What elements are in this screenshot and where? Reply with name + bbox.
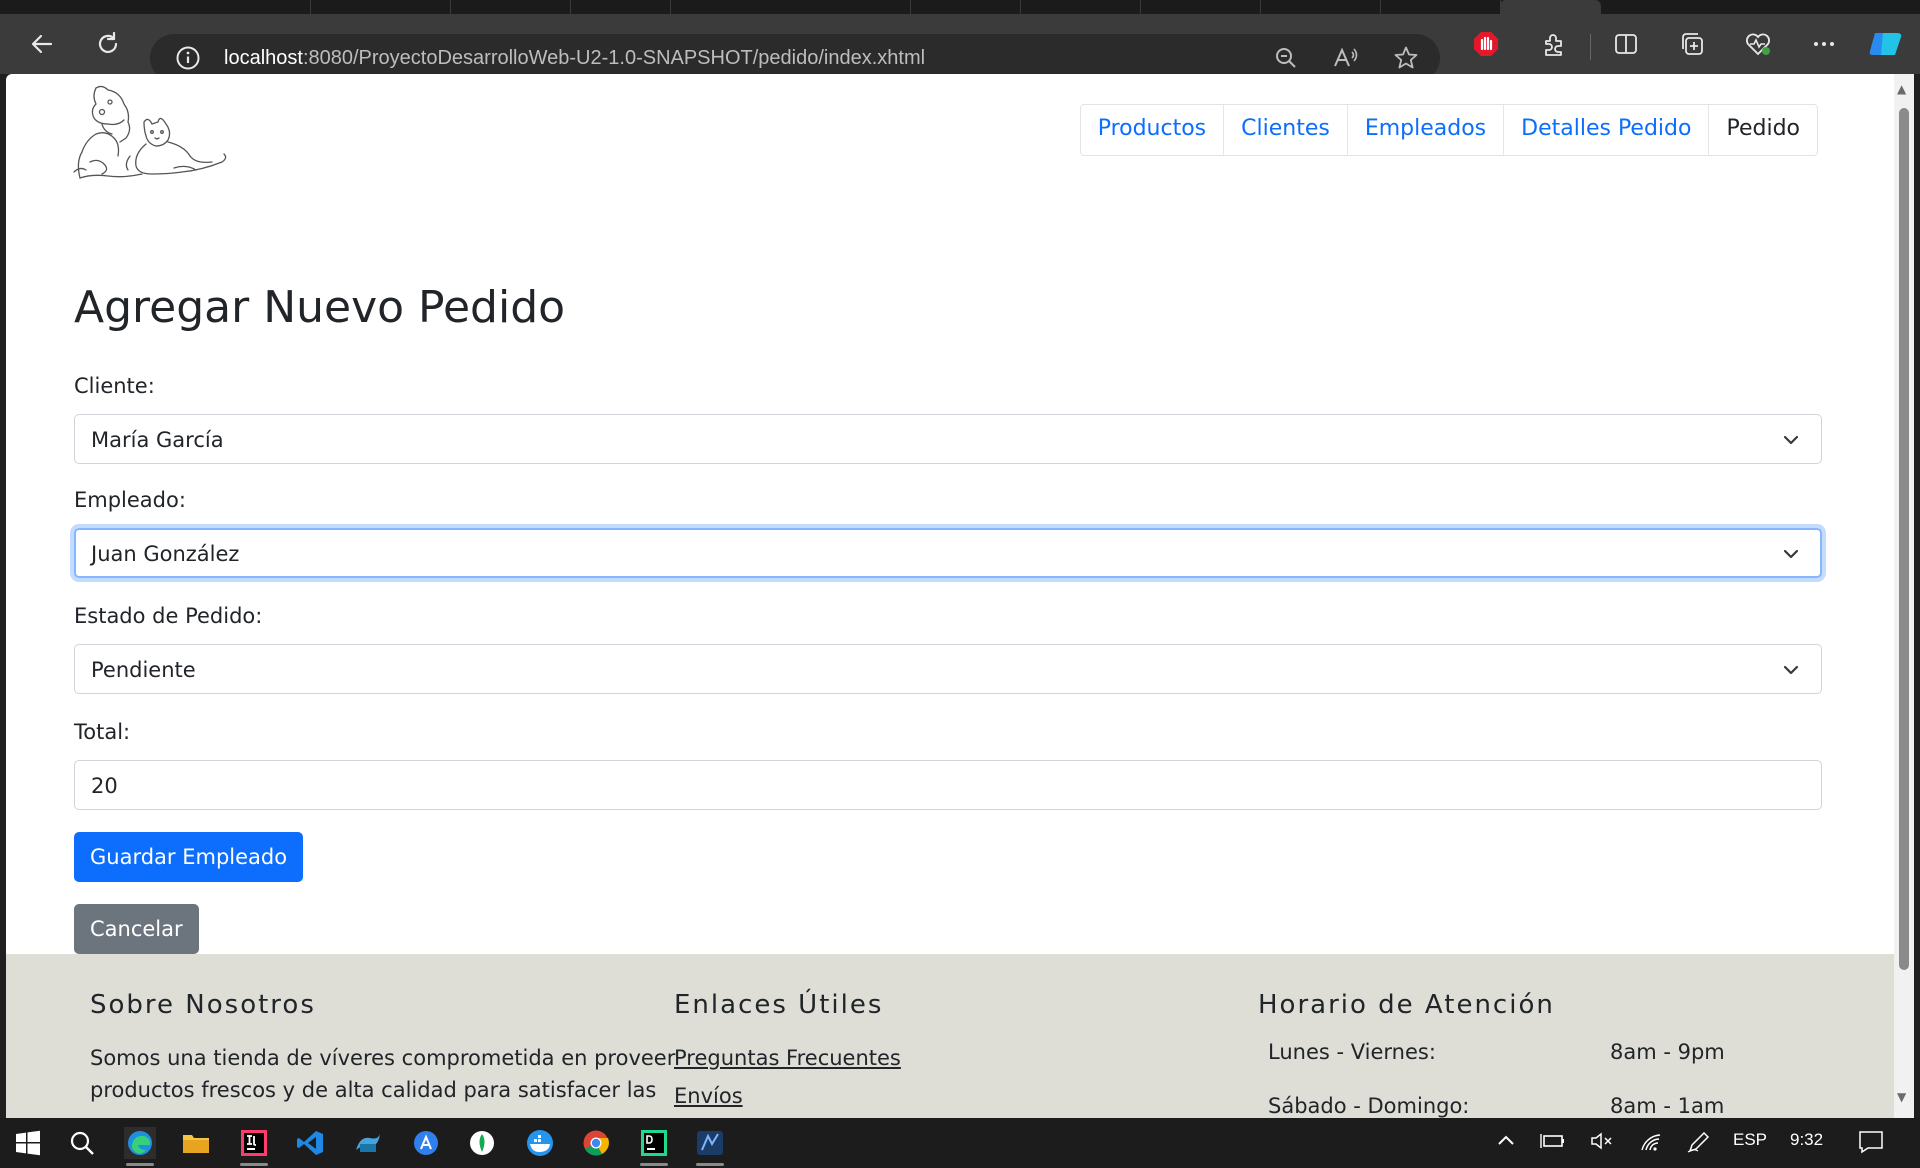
browser-tab[interactable] <box>1380 0 1501 14</box>
browser-tab[interactable] <box>1140 0 1261 14</box>
empleado-select[interactable]: Juan González <box>74 528 1822 578</box>
search-icon[interactable] <box>66 1127 98 1159</box>
browser-tab[interactable] <box>0 0 311 14</box>
page-viewport: Productos Clientes Empleados Detalles Pe… <box>6 74 1894 1118</box>
cancel-button[interactable]: Cancelar <box>74 904 199 954</box>
save-button[interactable]: Guardar Empleado <box>74 832 304 882</box>
browser-toolbar: localhost:8080/ProyectoDesarrolloWeb-U2-… <box>0 14 1920 82</box>
more-options-icon[interactable] <box>1804 24 1844 64</box>
scroll-down-icon[interactable]: ▼ <box>1897 1090 1906 1104</box>
back-button[interactable] <box>22 24 62 64</box>
wifi-icon[interactable] <box>1640 1131 1664 1158</box>
chevron-down-icon <box>1783 665 1799 675</box>
zoom-icon[interactable] <box>1272 44 1300 72</box>
footer-hours-title: Horario de Atención <box>1258 990 1555 1020</box>
browser-tab[interactable] <box>450 0 571 14</box>
mysql-workbench-icon[interactable] <box>352 1127 384 1159</box>
tab-strip <box>0 0 1920 14</box>
browser-tab[interactable] <box>910 0 1021 14</box>
show-hidden-icons[interactable] <box>1496 1130 1516 1155</box>
cliente-label: Cliente: <box>74 374 155 398</box>
read-aloud-icon[interactable] <box>1332 44 1360 72</box>
footer-about-text: Somos una tienda de víveres comprometida… <box>90 1046 676 1070</box>
nav-pedido-active[interactable]: Pedido <box>1709 105 1817 155</box>
favorite-star-icon[interactable] <box>1392 44 1420 72</box>
scrollbar-thumb[interactable] <box>1899 108 1909 970</box>
total-input[interactable]: 20 <box>74 760 1822 810</box>
scroll-up-icon[interactable]: ▲ <box>1897 82 1906 96</box>
chevron-down-icon <box>1783 549 1799 559</box>
nav-productos[interactable]: Productos <box>1081 105 1225 155</box>
cliente-select[interactable]: María García <box>74 414 1822 464</box>
empleado-selected-value: Juan González <box>91 542 240 566</box>
nav-empleados[interactable]: Empleados <box>1348 105 1505 155</box>
browser-tab[interactable] <box>1260 0 1381 14</box>
nav-clientes[interactable]: Clientes <box>1224 105 1348 155</box>
volume-muted-icon[interactable] <box>1590 1131 1614 1156</box>
hours-time: 8am - 9pm <box>1610 1040 1725 1064</box>
browser-tab[interactable] <box>570 0 671 14</box>
browser-tab-active[interactable] <box>1500 0 1601 14</box>
browser-essentials-icon[interactable] <box>1738 24 1778 64</box>
site-footer: Sobre Nosotros Somos una tienda de víver… <box>6 954 1894 1118</box>
edge-taskbar-icon[interactable] <box>124 1127 156 1166</box>
cliente-selected-value: María García <box>91 428 224 452</box>
empleado-label: Empleado: <box>74 488 186 512</box>
netbeans-icon[interactable] <box>694 1127 726 1166</box>
browser-tab[interactable] <box>1020 0 1141 14</box>
collections-icon[interactable] <box>1672 24 1712 64</box>
hours-time: 8am - 1am <box>1610 1094 1725 1118</box>
windows-start-icon[interactable] <box>12 1127 44 1159</box>
adblock-extension-icon[interactable] <box>1466 24 1506 64</box>
intellij-icon[interactable] <box>238 1127 270 1166</box>
notifications-icon[interactable] <box>1858 1130 1884 1159</box>
file-explorer-icon[interactable] <box>180 1127 212 1159</box>
vscode-icon[interactable] <box>294 1127 326 1159</box>
copilot-icon[interactable] <box>1866 24 1906 64</box>
footer-about-title: Sobre Nosotros <box>90 990 316 1020</box>
hours-day: Sábado - Domingo: <box>1268 1094 1470 1118</box>
total-label: Total: <box>74 720 131 744</box>
site-info-icon[interactable] <box>174 44 202 72</box>
page-title: Agregar Nuevo Pedido <box>74 282 566 333</box>
estado-select[interactable]: Pendiente <box>74 644 1822 694</box>
footer-link-faq[interactable]: Preguntas Frecuentes <box>674 1046 901 1070</box>
estado-selected-value: Pendiente <box>91 658 196 682</box>
app-store-icon[interactable] <box>410 1127 442 1159</box>
input-language[interactable]: ESP <box>1733 1130 1767 1150</box>
toolbar-divider <box>1590 34 1591 60</box>
hours-day: Lunes - Viernes: <box>1268 1040 1436 1064</box>
refresh-button[interactable] <box>88 24 128 64</box>
dog-cat-logo[interactable] <box>72 82 232 184</box>
pen-icon[interactable] <box>1686 1131 1710 1158</box>
docker-icon[interactable] <box>524 1127 556 1159</box>
windows-taskbar: ESP 9:32 <box>0 1118 1920 1168</box>
url-text: localhost:8080/ProyectoDesarrolloWeb-U2-… <box>224 47 926 69</box>
back-arrow-icon <box>31 34 53 54</box>
main-nav: Productos Clientes Empleados Detalles Pe… <box>1079 104 1818 156</box>
split-screen-icon[interactable] <box>1606 24 1646 64</box>
footer-links-title: Enlaces Útiles <box>674 990 884 1020</box>
browser-tab[interactable] <box>670 0 911 14</box>
footer-link-envios[interactable]: Envíos <box>674 1084 743 1108</box>
nav-detalles-pedido[interactable]: Detalles Pedido <box>1504 105 1710 155</box>
browser-tab[interactable] <box>310 0 451 14</box>
refresh-icon <box>98 31 118 53</box>
estado-label: Estado de Pedido: <box>74 604 263 628</box>
mongodb-compass-icon[interactable] <box>466 1127 498 1159</box>
battery-icon[interactable] <box>1540 1131 1566 1156</box>
chrome-icon[interactable] <box>580 1127 612 1159</box>
extensions-icon[interactable] <box>1534 24 1574 64</box>
datagrip-icon[interactable] <box>638 1127 670 1166</box>
chevron-down-icon <box>1783 435 1799 445</box>
total-value: 20 <box>91 774 118 798</box>
page-scrollbar[interactable]: ▲ ▼ <box>1894 74 1914 1118</box>
clock-time[interactable]: 9:32 <box>1790 1130 1823 1150</box>
footer-about-text: productos frescos y de alta calidad para… <box>90 1078 657 1102</box>
